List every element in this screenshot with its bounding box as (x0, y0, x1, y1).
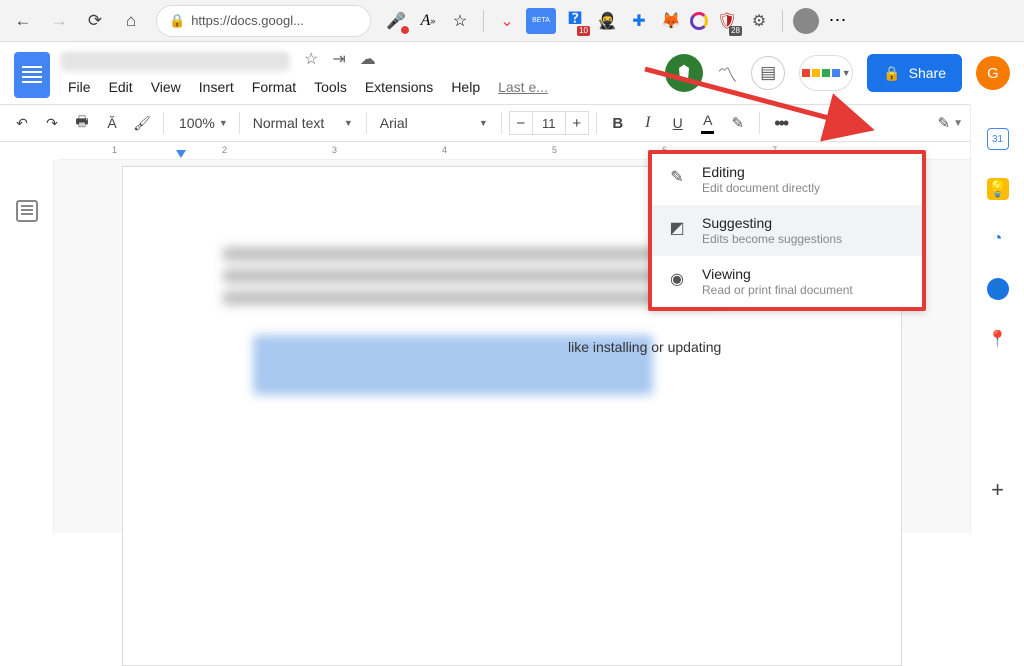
beta-extension-icon[interactable]: BETA (526, 8, 556, 34)
paint-format-button[interactable]: 🖌 (128, 109, 156, 137)
paragraph-style-select[interactable]: Normal text▼ (247, 115, 359, 131)
print-button[interactable]: 🖶 (68, 109, 96, 137)
editing-mode-button[interactable]: ✎ ▼ (932, 114, 969, 132)
mode-option-suggesting[interactable]: ◩ Suggesting Edits become suggestions (652, 205, 922, 256)
metamask-extension-icon[interactable]: 🦊 (658, 8, 684, 34)
profile-avatar[interactable] (793, 8, 819, 34)
menu-help[interactable]: Help (443, 75, 488, 99)
plus-extension-icon[interactable]: ✚ (626, 8, 652, 34)
text-color-button[interactable]: A (694, 109, 722, 137)
font-size-group: − 11 + (509, 111, 589, 135)
menu-view[interactable]: View (143, 75, 189, 99)
suggest-icon: ◩ (666, 217, 688, 239)
undo-button[interactable]: ↶ (8, 109, 36, 137)
circle-extension-icon[interactable] (690, 12, 708, 30)
read-aloud-icon[interactable]: A» (415, 8, 441, 34)
browser-toolbar: ← → ⟳ ⌂ 🔒 https://docs.googl... 🎤 A» ☆ ⌄… (0, 0, 1024, 42)
meet-button[interactable]: ▼ (799, 55, 853, 91)
font-size-input[interactable]: 11 (533, 111, 565, 135)
shield-extension-icon[interactable]: 🛡28 (714, 8, 740, 34)
calendar-app-icon[interactable]: 31 (987, 128, 1009, 150)
increase-font-button[interactable]: + (565, 111, 589, 135)
pencil-icon: ✎ (666, 166, 688, 188)
pocket-extension-icon[interactable]: ⌄ (494, 8, 520, 34)
menu-file[interactable]: File (60, 75, 99, 99)
menu-edit[interactable]: Edit (101, 75, 141, 99)
maps-app-icon[interactable]: 📍 (987, 328, 1009, 350)
calendar-extension-icon[interactable]: 🯄10 (562, 8, 588, 34)
refresh-button[interactable]: ⟳ (78, 4, 112, 38)
keep-app-icon[interactable]: 💡 (987, 178, 1009, 200)
editing-mode-menu: ✎ Editing Edit document directly ◩ Sugge… (648, 150, 926, 311)
highlight-button[interactable]: ✎ (724, 109, 752, 137)
document-title[interactable] (60, 52, 290, 72)
underline-button[interactable]: U (664, 109, 692, 137)
extensions-menu-icon[interactable]: ⚙ (746, 8, 772, 34)
pencil-icon: ✎ (938, 114, 951, 132)
redo-button[interactable]: ↷ (38, 109, 66, 137)
separator (483, 10, 484, 32)
spellcheck-button[interactable]: Ӑ (98, 109, 126, 137)
formatting-toolbar: ↶ ↷ 🖶 Ӑ 🖌 100%▼ Normal text▼ Arial▼ − 11… (0, 104, 1024, 142)
share-button[interactable]: 🔒 Share (867, 54, 962, 92)
move-icon[interactable]: ⇥ (332, 49, 345, 69)
lock-icon: 🔒 (883, 65, 900, 82)
menu-insert[interactable]: Insert (191, 75, 242, 99)
add-addon-button[interactable]: + (991, 477, 1004, 503)
back-button[interactable]: ← (6, 4, 40, 38)
home-button[interactable]: ⌂ (114, 4, 148, 38)
url-text: https://docs.googl... (191, 13, 304, 28)
favorite-icon[interactable]: ☆ (447, 8, 473, 34)
bold-button[interactable]: B (604, 109, 632, 137)
forward-button[interactable]: → (42, 4, 76, 38)
zoom-select[interactable]: 100%▼ (171, 115, 232, 131)
share-label: Share (909, 65, 946, 81)
outline-icon[interactable] (16, 200, 38, 222)
side-panel: 31 💡 ◔ 👤 📍 + (970, 104, 1024, 533)
outline-sidebar (0, 160, 54, 533)
account-avatar[interactable]: G (976, 56, 1010, 90)
mode-option-viewing[interactable]: ◉ Viewing Read or print final document (652, 256, 922, 307)
indent-marker[interactable] (176, 150, 186, 158)
docs-logo-icon[interactable] (14, 52, 50, 98)
menu-tools[interactable]: Tools (306, 75, 355, 99)
italic-button[interactable]: I (634, 109, 662, 137)
star-icon[interactable]: ☆ (304, 49, 318, 69)
eye-icon: ◉ (666, 268, 688, 290)
activity-icon[interactable]: 〽 (717, 59, 737, 88)
mode-option-editing[interactable]: ✎ Editing Edit document directly (652, 154, 922, 205)
menu-bar: File Edit View Insert Format Tools Exten… (60, 75, 556, 99)
cloud-status-icon[interactable]: ☁ (360, 49, 376, 69)
address-bar[interactable]: 🔒 https://docs.googl... (156, 5, 371, 37)
tasks-app-icon[interactable]: ◔ (987, 228, 1009, 250)
docs-header: ☆ ⇥ ☁ File Edit View Insert Format Tools… (0, 42, 1024, 104)
presence-avatar[interactable] (665, 54, 703, 92)
last-edit-link[interactable]: Last e... (490, 75, 556, 99)
ninja-extension-icon[interactable]: 🥷 (594, 8, 620, 34)
browser-menu-icon[interactable]: ⋯ (825, 8, 851, 34)
more-tools-button[interactable]: ••• (767, 109, 795, 137)
menu-extensions[interactable]: Extensions (357, 75, 441, 99)
visible-text-fragment: like installing or updating (568, 339, 721, 355)
lock-icon: 🔒 (169, 13, 185, 29)
separator (782, 10, 783, 32)
mic-status-icon[interactable]: 🎤 (383, 8, 409, 34)
decrease-font-button[interactable]: − (509, 111, 533, 135)
comments-icon[interactable]: ▤ (751, 56, 785, 90)
font-select[interactable]: Arial▼ (374, 115, 494, 131)
menu-format[interactable]: Format (244, 75, 304, 99)
contacts-app-icon[interactable]: 👤 (987, 278, 1009, 300)
